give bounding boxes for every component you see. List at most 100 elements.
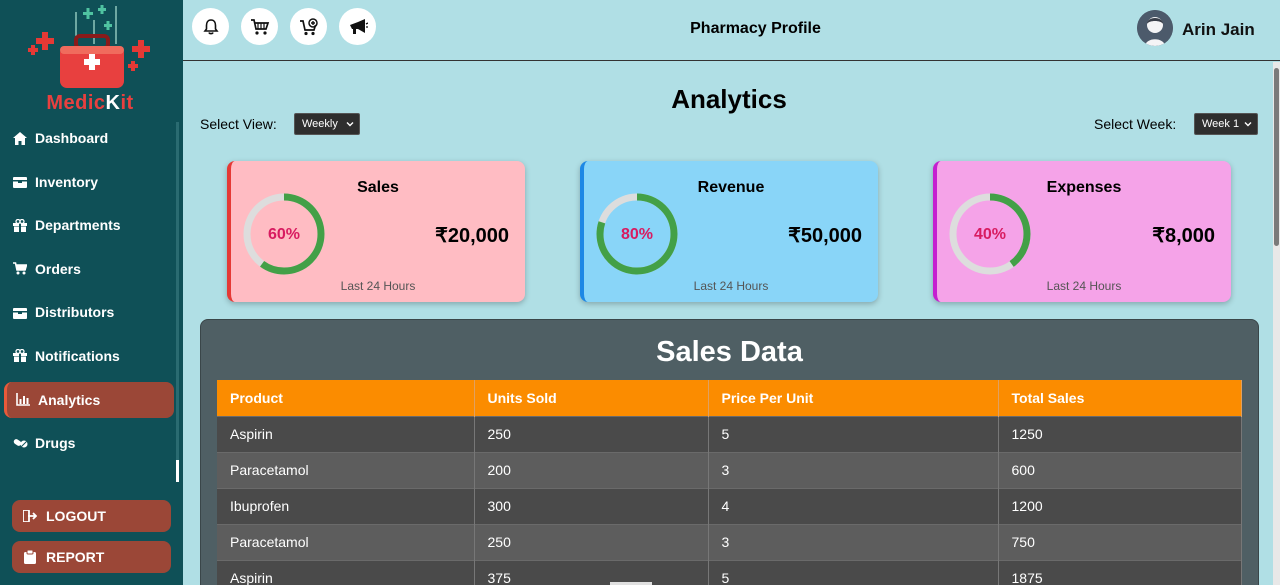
table-row[interactable]: Aspirin 375 5 1875 — [217, 559, 1242, 585]
topbar: Pharmacy Profile Arin Jain — [183, 0, 1280, 61]
table-cell: 4 — [708, 487, 999, 524]
logout-icon — [22, 508, 38, 524]
cart-add-icon[interactable] — [290, 8, 327, 45]
column-header[interactable]: Total Sales — [998, 380, 1242, 416]
sidebar-item-orders[interactable]: Orders — [4, 251, 174, 287]
table-cell: 250 — [474, 415, 709, 452]
sales-data-title: Sales Data — [656, 336, 803, 368]
table-cell: 1200 — [998, 487, 1242, 524]
table-cell: 200 — [474, 451, 709, 488]
view-select[interactable]: Weekly — [294, 113, 360, 135]
cart-icon[interactable] — [241, 8, 278, 45]
table-cell: 5 — [708, 415, 999, 452]
sidebar-item-label: Distributors — [35, 304, 115, 321]
analytics-heading: Analytics — [671, 84, 787, 114]
cart-icon — [12, 261, 28, 277]
medickit-logo[interactable]: MedicKit — [28, 4, 156, 114]
report-label: REPORT — [46, 549, 105, 565]
card-subtitle: Last 24 Hours — [340, 279, 416, 293]
select-view-label: Select View: — [200, 116, 277, 132]
column-header[interactable]: Units Sold — [474, 380, 709, 416]
column-header[interactable]: Product — [217, 380, 475, 416]
sidebar-item-label: Inventory — [35, 173, 99, 190]
sidebar-scrollbar[interactable] — [176, 122, 179, 482]
column-header[interactable]: Price Per Unit — [708, 380, 999, 416]
logout-label: LOGOUT — [46, 508, 106, 524]
sidebar-item-label: Drugs — [35, 435, 76, 452]
page-title: Pharmacy Profile — [690, 20, 821, 37]
bell-icon[interactable] — [192, 8, 229, 45]
expenses-card[interactable]: Expenses 40% ₹8,000 Last 24 Hours — [933, 161, 1231, 302]
chevron-down-icon — [1244, 119, 1252, 131]
table-row[interactable]: Paracetamol 250 3 750 — [217, 523, 1242, 560]
gift-icon — [12, 348, 28, 364]
main-content: Analytics Select View: Weekly Select Wee… — [183, 62, 1273, 585]
sidebar-item-notifications[interactable]: Notifications — [4, 338, 174, 374]
page-scrollbar-thumb[interactable] — [1274, 68, 1279, 246]
sidebar-item-drugs[interactable]: Drugs — [4, 425, 174, 461]
view-select-value: Weekly — [302, 118, 338, 130]
table-cell: 3 — [708, 523, 999, 560]
week-select[interactable]: Week 1 — [1194, 113, 1258, 135]
box-icon — [12, 304, 28, 320]
card-amount: ₹50,000 — [788, 225, 862, 247]
sidebar-item-inventory[interactable]: Inventory — [4, 164, 174, 200]
table-cell: 250 — [474, 523, 709, 560]
table-cell: 1250 — [998, 415, 1242, 452]
table-cell: Aspirin — [217, 415, 475, 452]
box-icon — [12, 174, 28, 190]
sidebar-item-label: Departments — [35, 217, 121, 234]
sidebar: MedicKit Dashboard Inventory Departments… — [0, 0, 183, 585]
table-cell: 5 — [708, 559, 999, 585]
sidebar-item-analytics[interactable]: Analytics — [4, 381, 174, 418]
pills-icon — [12, 435, 28, 451]
card-subtitle: Last 24 Hours — [693, 279, 769, 293]
sidebar-nav: Dashboard Inventory Departments Orders D… — [4, 120, 174, 469]
user-name[interactable]: Arin Jain — [1182, 20, 1255, 40]
sidebar-item-dashboard[interactable]: Dashboard — [4, 120, 174, 156]
chevron-down-icon — [346, 119, 354, 131]
sidebar-item-label: Analytics — [38, 391, 101, 408]
sidebar-item-distributors[interactable]: Distributors — [4, 294, 174, 330]
sidebar-item-departments[interactable]: Departments — [4, 207, 174, 243]
home-icon — [12, 130, 28, 146]
card-percent: 80% — [620, 226, 654, 243]
card-percent: 40% — [973, 226, 1007, 243]
sales-data-table: Product Units Sold Price Per Unit Total … — [217, 380, 1242, 585]
table-header-row: Product Units Sold Price Per Unit Total … — [217, 380, 1242, 416]
gift-icon — [12, 217, 28, 233]
table-row[interactable]: Paracetamol 200 3 600 — [217, 451, 1242, 488]
sidebar-scrollbar-thumb[interactable] — [176, 460, 179, 482]
chart-icon — [15, 392, 31, 408]
table-cell: 375 — [474, 559, 709, 585]
sidebar-item-label: Notifications — [35, 347, 120, 364]
megaphone-icon[interactable] — [339, 8, 376, 45]
revenue-card[interactable]: Revenue 80% ₹50,000 Last 24 Hours — [580, 161, 878, 302]
card-amount: ₹20,000 — [435, 225, 509, 247]
table-row[interactable]: Aspirin 250 5 1250 — [217, 415, 1242, 452]
logout-button[interactable]: LOGOUT — [12, 500, 171, 532]
table-row[interactable]: Ibuprofen 300 4 1200 — [217, 487, 1242, 524]
table-cell: 3 — [708, 451, 999, 488]
card-subtitle: Last 24 Hours — [1046, 279, 1122, 293]
table-cell: 600 — [998, 451, 1242, 488]
report-button[interactable]: REPORT — [12, 541, 171, 573]
sales-card[interactable]: Sales 60% ₹20,000 Last 24 Hours — [227, 161, 525, 302]
table-cell: Aspirin — [217, 559, 475, 585]
week-select-value: Week 1 — [1202, 118, 1240, 130]
clipboard-icon — [22, 549, 38, 565]
table-cell: 750 — [998, 523, 1242, 560]
select-week-label: Select Week: — [1094, 116, 1177, 132]
sales-data-panel: Sales Data Product Units Sold Price Per … — [200, 319, 1259, 585]
card-amount: ₹8,000 — [1152, 225, 1215, 247]
sidebar-item-label: Dashboard — [35, 130, 109, 146]
table-cell: 1875 — [998, 559, 1242, 585]
table-cell: Paracetamol — [217, 451, 475, 488]
table-cell: 300 — [474, 487, 709, 524]
table-cell: Paracetamol — [217, 523, 475, 560]
table-cell: Ibuprofen — [217, 487, 475, 524]
brand-name: MedicKit — [46, 92, 134, 114]
avatar[interactable] — [1137, 10, 1173, 46]
card-percent: 60% — [267, 226, 301, 243]
sidebar-item-label: Orders — [35, 260, 81, 277]
